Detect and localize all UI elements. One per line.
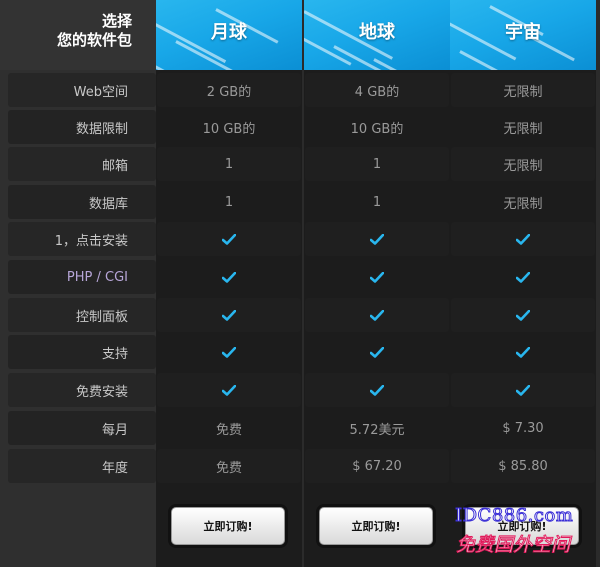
plan-header: 宇宙 xyxy=(450,0,596,70)
plan-column-1: 地球 4 GB的 10 GB的 1 1 5.72美元 $ 67.20 立即订购! xyxy=(304,0,450,567)
plan-cell: $ 7.30 xyxy=(502,420,544,436)
plan-cell: 5.72美元 xyxy=(349,422,405,438)
feature-label-9: 每月 xyxy=(8,411,156,445)
check-icon xyxy=(157,260,301,294)
plan-cell: 无限制 xyxy=(503,121,543,137)
plan-cell: 免费 xyxy=(157,449,301,483)
plan-cell: 10 GB的 xyxy=(202,121,256,137)
check-icon xyxy=(451,298,595,332)
title-line-2: 您的软件包 xyxy=(56,31,132,49)
pricing-table: 选择 您的软件包 月球 2 GB的 10 GB的 1 1 免费 免费 立即订购! 地球 4 GB的… xyxy=(0,0,600,567)
feature-label-2: 邮箱 xyxy=(8,147,156,181)
check-icon xyxy=(451,373,595,407)
header-streak xyxy=(373,58,428,70)
check-icon xyxy=(157,222,301,256)
plan-cell: 10 GB的 xyxy=(350,121,404,137)
plan-cell: 无限制 xyxy=(451,73,595,107)
feature-label-3: 数据库 xyxy=(8,185,156,219)
check-icon xyxy=(451,222,595,256)
plan-cell: 无限制 xyxy=(503,196,543,212)
check-icon xyxy=(305,335,449,369)
plan-cell: $ 67.20 xyxy=(305,449,449,483)
feature-label-6: 控制面板 xyxy=(8,298,156,332)
feature-label-8: 免费安装 xyxy=(8,373,156,407)
plan-cell: 1 xyxy=(224,194,234,210)
check-icon xyxy=(305,260,449,294)
watermark-domain: IDC886.com xyxy=(454,505,574,527)
order-now-button[interactable]: 立即订购! xyxy=(171,507,285,545)
plan-cell: 免费 xyxy=(215,422,242,438)
watermark-slogan: 免费国外空间 xyxy=(455,534,571,557)
feature-label-7: 支持 xyxy=(8,335,156,369)
check-icon xyxy=(305,373,449,407)
check-icon xyxy=(451,260,595,294)
feature-label-1: 数据限制 xyxy=(8,110,156,144)
plan-cell: 4 GB的 xyxy=(305,73,449,107)
order-now-button[interactable]: 立即订购! xyxy=(319,507,433,545)
feature-label-5: PHP / CGI xyxy=(8,260,156,294)
title-line-1: 选择 xyxy=(101,12,132,30)
check-icon xyxy=(157,373,301,407)
plan-column-0: 月球 2 GB的 10 GB的 1 1 免费 免费 立即订购! xyxy=(156,0,302,567)
plan-cell: $ 85.80 xyxy=(451,449,595,483)
table-title: 选择 您的软件包 xyxy=(0,0,156,70)
check-icon xyxy=(451,335,595,369)
plan-name: 月球 xyxy=(211,22,247,43)
plan-cell: 无限制 xyxy=(451,147,595,181)
plan-header: 月球 xyxy=(156,0,302,70)
feature-label-10: 年度 xyxy=(8,449,156,483)
plan-cell: 1 xyxy=(305,147,449,181)
plan-name: 地球 xyxy=(359,22,395,43)
check-icon xyxy=(157,335,301,369)
plan-column-2: 宇宙 无限制 无限制 无限制 无限制 $ 7.30 $ 85.80 立即订购! xyxy=(450,0,596,567)
feature-label-4: 1，点击安装 xyxy=(8,222,156,256)
check-icon xyxy=(305,222,449,256)
check-icon xyxy=(157,298,301,332)
plan-cell: 1 xyxy=(157,147,301,181)
plan-cell: 1 xyxy=(372,194,382,210)
plan-cell: 2 GB的 xyxy=(157,73,301,107)
plan-header: 地球 xyxy=(304,0,450,70)
feature-label-0: Web空间 xyxy=(8,73,156,107)
check-icon xyxy=(305,298,449,332)
plan-name: 宇宙 xyxy=(505,22,541,43)
